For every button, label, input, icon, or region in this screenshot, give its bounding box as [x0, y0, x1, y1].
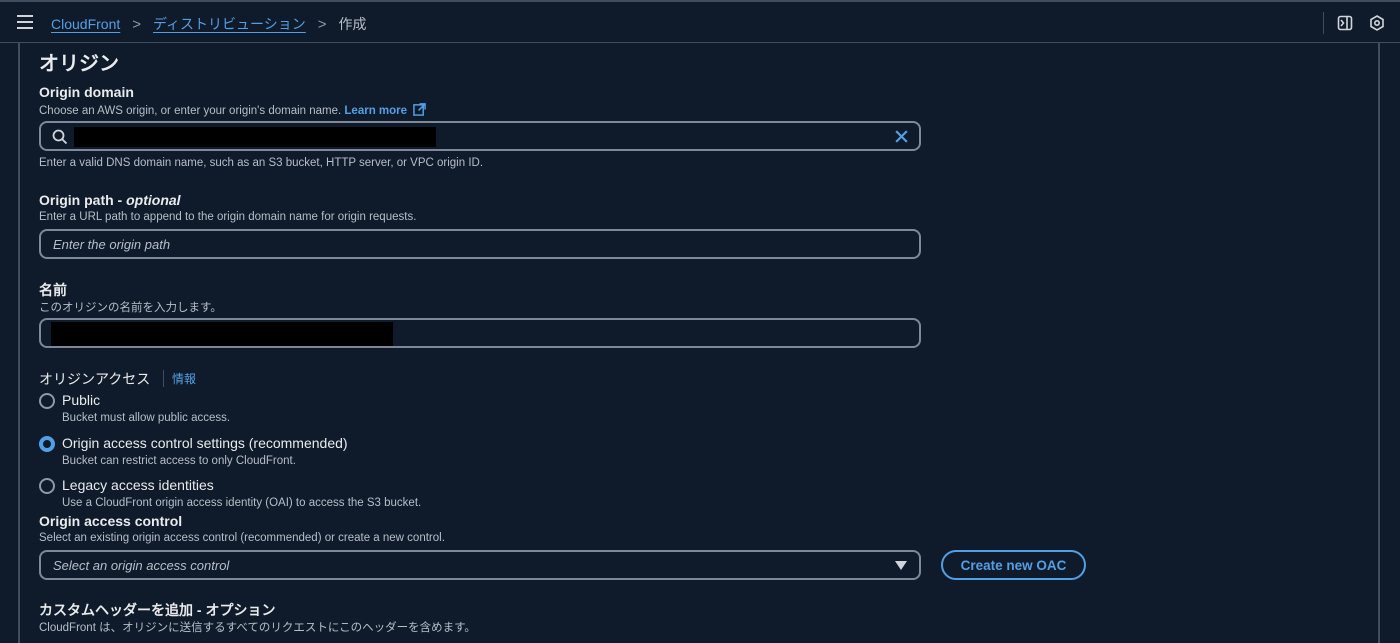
origin-domain-description: Choose an AWS origin, or enter your orig… — [39, 103, 427, 117]
name-label: 名前 — [39, 282, 67, 298]
origin-domain-description-text: Choose an AWS origin, or enter your orig… — [39, 105, 342, 117]
redacted-value — [51, 322, 393, 346]
radio-legacy-oai-label[interactable]: Legacy access identities — [62, 477, 214, 493]
origin-domain-label: Origin domain — [39, 84, 134, 100]
redacted-value — [74, 127, 436, 147]
origin-path-description: Enter a URL path to append to the origin… — [39, 211, 417, 223]
name-input[interactable] — [39, 318, 921, 348]
origin-path-placeholder: Enter the origin path — [53, 237, 171, 252]
radio-legacy-oai-description: Use a CloudFront origin access identity … — [62, 497, 422, 509]
optional-tag: optional — [126, 192, 181, 208]
radio-oac-settings-label[interactable]: Origin access control settings (recommen… — [62, 435, 348, 451]
oac-select[interactable]: Select an origin access control — [39, 550, 921, 580]
search-icon — [52, 129, 68, 145]
origin-domain-input[interactable] — [39, 121, 921, 151]
breadcrumb-current: 作成 — [338, 16, 367, 32]
info-link[interactable]: 情報 — [163, 370, 196, 387]
external-link-icon — [413, 103, 427, 116]
breadcrumb-cloudfront[interactable]: CloudFront — [51, 16, 120, 32]
breadcrumb-separator: > — [317, 15, 327, 33]
origin-path-label: Origin path - optional — [39, 192, 181, 208]
breadcrumb-separator: > — [132, 15, 142, 33]
name-description: このオリジンの名前を入力します。 — [39, 302, 222, 314]
oac-description: Select an existing origin access control… — [39, 532, 445, 544]
caret-down-icon — [895, 561, 907, 570]
radio-oac-settings[interactable] — [39, 436, 55, 452]
custom-headers-label: カスタムヘッダーを追加 - オプション — [39, 602, 276, 618]
breadcrumb: CloudFront > ディストリビューション > 作成 — [51, 14, 367, 34]
radio-public-label[interactable]: Public — [62, 392, 100, 408]
clear-icon[interactable] — [894, 129, 909, 144]
radio-legacy-oai[interactable] — [39, 478, 55, 494]
create-new-oac-button[interactable]: Create new OAC — [941, 550, 1086, 580]
radio-oac-settings-description: Bucket can restrict access to only Cloud… — [62, 455, 296, 467]
custom-headers-description: CloudFront は、オリジンに送信するすべてのリクエストにこのヘッダーを含… — [39, 622, 476, 634]
oac-select-placeholder: Select an origin access control — [53, 558, 230, 573]
section-title: オリジン — [39, 53, 119, 75]
top-navigation-bar: CloudFront > ディストリビューション > 作成 — [0, 0, 1400, 43]
origin-domain-hint: Enter a valid DNS domain name, such as a… — [39, 157, 484, 169]
panel-toggle-icon[interactable] — [1336, 14, 1354, 32]
top-right-tools — [1323, 2, 1400, 43]
menu-icon[interactable] — [17, 15, 33, 29]
learn-more-text: Learn more — [344, 105, 408, 117]
oac-label: Origin access control — [39, 513, 183, 529]
origin-path-input[interactable]: Enter the origin path — [39, 229, 921, 259]
divider — [1323, 11, 1324, 34]
breadcrumb-distributions[interactable]: ディストリビューション — [153, 14, 306, 34]
origin-path-label-text: Origin path - — [39, 192, 127, 208]
settings-hexagon-icon[interactable] — [1368, 14, 1386, 32]
radio-public[interactable] — [39, 393, 55, 409]
origin-access-label: オリジンアクセス — [39, 371, 151, 387]
learn-more-link[interactable]: Learn more — [344, 103, 427, 117]
radio-public-description: Bucket must allow public access. — [62, 412, 231, 424]
